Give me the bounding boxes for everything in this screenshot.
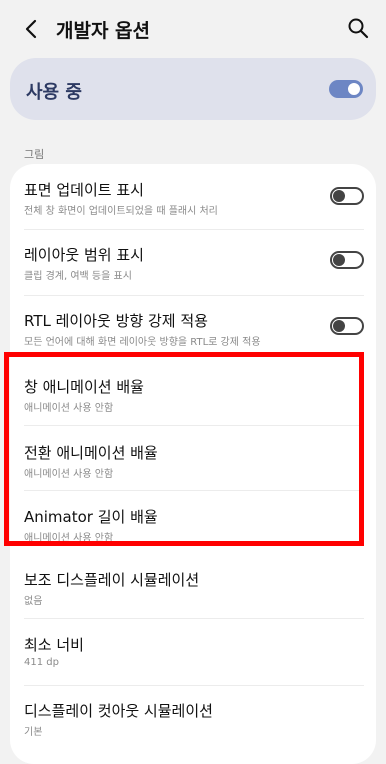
master-toggle-row[interactable]: 사용 중 (10, 58, 376, 120)
highlight-box (4, 352, 364, 546)
setting-subtitle: 411 dp (24, 657, 59, 668)
back-arrow-icon[interactable] (20, 17, 44, 41)
setting-show-surface-updates[interactable]: 표면 업데이트 표시 전체 창 화면이 업데이트되었을 때 플래시 처리 (10, 164, 376, 229)
page-title: 개발자 옵션 (56, 20, 151, 42)
toggle-switch[interactable] (330, 317, 364, 335)
switch-knob (333, 190, 345, 202)
setting-subtitle: 없음 (24, 596, 43, 607)
setting-show-layout-bounds[interactable]: 레이아웃 범위 표시 클립 경계, 여백 등을 표시 (10, 230, 376, 296)
setting-force-rtl[interactable]: RTL 레이아웃 방향 강제 적용 모든 언어에 대해 화면 레이아웃 방향을 … (10, 296, 376, 360)
switch-knob (333, 254, 345, 266)
setting-smallest-width[interactable]: 최소 너비 411 dp (10, 619, 376, 685)
master-toggle-label: 사용 중 (26, 82, 82, 103)
search-icon[interactable] (346, 16, 370, 40)
setting-title: 레이아웃 범위 표시 (24, 246, 144, 264)
toggle-switch[interactable] (330, 187, 364, 205)
setting-title: RTL 레이아웃 방향 강제 적용 (24, 312, 208, 330)
setting-subtitle: 모든 언어에 대해 화면 레이아웃 방향을 RTL로 강제 적용 (24, 337, 261, 348)
setting-display-cutout[interactable]: 디스플레이 컷아웃 시뮬레이션 기본 (10, 686, 376, 752)
section-header: 그림 (24, 148, 45, 161)
switch-knob (346, 81, 362, 97)
setting-simulate-secondary-displays[interactable]: 보조 디스플레이 시뮬레이션 없음 (10, 554, 376, 618)
setting-title: 표면 업데이트 표시 (24, 181, 144, 199)
switch-knob (333, 320, 345, 332)
setting-subtitle: 클립 경계, 여백 등을 표시 (24, 271, 132, 282)
setting-title: 디스플레이 컷아웃 시뮬레이션 (24, 702, 213, 720)
toggle-switch[interactable] (330, 251, 364, 269)
setting-subtitle: 전체 창 화면이 업데이트되었을 때 플래시 처리 (24, 206, 218, 217)
setting-title: 보조 디스플레이 시뮬레이션 (24, 571, 200, 589)
app-header: 개발자 옵션 (0, 0, 386, 58)
setting-title: 최소 너비 (24, 636, 84, 654)
master-switch[interactable] (329, 80, 363, 98)
setting-subtitle: 기본 (24, 727, 43, 738)
